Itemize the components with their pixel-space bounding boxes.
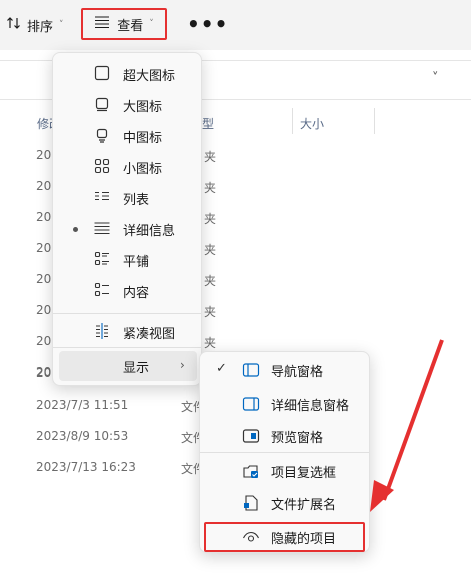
annotation-arrow	[370, 339, 444, 512]
